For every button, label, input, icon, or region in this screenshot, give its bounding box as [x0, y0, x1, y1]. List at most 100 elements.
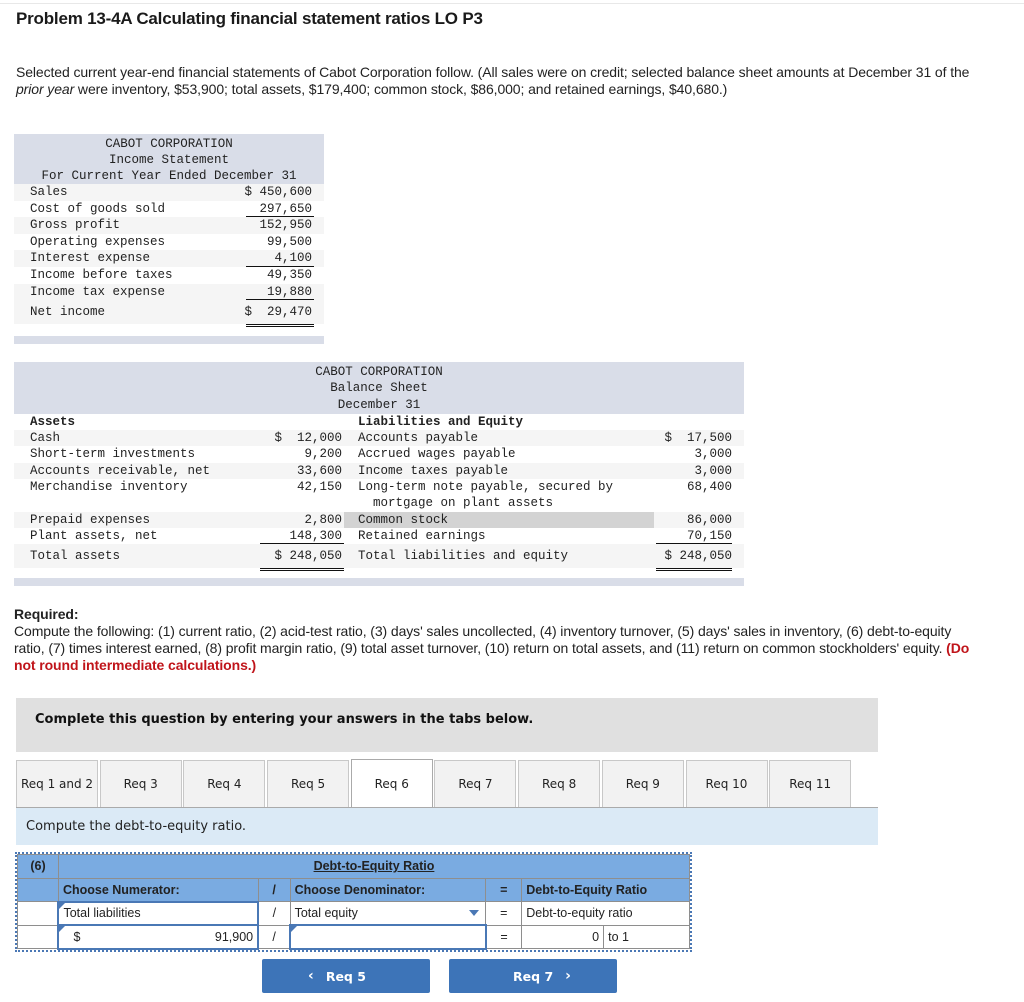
is-row: Income tax expense 19,880 — [14, 283, 324, 301]
numerator-header: Choose Numerator: — [57, 877, 259, 902]
result-header: Debt-to-Equity Ratio — [521, 877, 690, 902]
total-assets-label: Total assets — [30, 549, 121, 564]
liability-value: 3,000 — [694, 463, 732, 478]
worksheet-value-row: $91,900 / = 0 to 1 — [17, 924, 690, 950]
bs-row: Cash $ 12,000 Accounts payable $ 17,500 — [14, 430, 744, 447]
asset-value: 33,600 — [296, 463, 342, 478]
divide-sign: / — [257, 901, 291, 926]
total-assets-value: $ 248,050 — [258, 544, 344, 572]
is-row: Sales $ 450,600 — [14, 184, 324, 201]
is-row: Interest expense 4,100 — [14, 250, 324, 267]
balance-sheet-header: CABOT CORPORATION Balance Sheet December… — [14, 362, 744, 414]
liability-value: 68,400 — [686, 480, 732, 495]
tab-req-4[interactable]: Req 4 — [183, 760, 266, 807]
is-row: Operating expenses 99,500 — [14, 234, 324, 251]
asset-value: 9,200 — [304, 447, 342, 462]
equals-sign: = — [485, 877, 523, 902]
liability-label: Long-term note payable, secured by — [358, 480, 614, 495]
is-row-net-income: Net income $ 29,470 — [14, 300, 324, 328]
ratio-suffix: to 1 — [603, 924, 690, 949]
denominator-amount-input[interactable] — [289, 924, 487, 950]
next-req-button[interactable]: Req 7 › — [449, 959, 617, 993]
worksheet-title: Debt-to-Equity Ratio — [57, 854, 691, 879]
equals-sign: = — [485, 901, 523, 926]
tab-req-8[interactable]: Req 8 — [518, 760, 601, 807]
currency-symbol: $ — [73, 929, 81, 944]
row-label: Income tax expense — [30, 284, 166, 299]
asset-value: 148,300 — [258, 528, 344, 545]
tab-req-5[interactable]: Req 5 — [267, 760, 350, 807]
top-divider — [0, 3, 1024, 4]
prev-req-label: Req 5 — [325, 968, 366, 984]
tab-req-10[interactable]: Req 10 — [685, 760, 768, 807]
req-tabs: Req 1 and 2 Req 3 Req 4 Req 5 Req 6 Req … — [16, 759, 853, 808]
tab-req-1-and-2[interactable]: Req 1 and 2 — [16, 760, 98, 807]
numerator-amount: 91,900 — [214, 929, 254, 944]
row-label: Operating expenses — [30, 234, 166, 249]
bs-row: Merchandise inventory 42,150 Long-term n… — [14, 479, 744, 495]
denominator-select[interactable]: Total equity — [289, 901, 487, 926]
row-value: 49,350 — [266, 267, 312, 282]
liability-label: Income taxes payable — [358, 463, 509, 478]
company-name: CABOT CORPORATION — [315, 365, 443, 379]
liability-value: $ 17,500 — [664, 431, 732, 446]
row-label: Sales — [30, 185, 68, 199]
intro-text-end: were inventory, $53,900; total assets, $… — [74, 81, 728, 97]
worksheet-title-row: (6) Debt-to-Equity Ratio — [17, 854, 691, 879]
bs-row: Short-term investments 9,200 Accrued wag… — [14, 446, 744, 462]
chevron-right-icon: › — [565, 968, 571, 984]
total-liabilities-value: $ 248,050 — [654, 544, 732, 572]
asset-label: Merchandise inventory — [30, 480, 188, 495]
row-label: Gross profit — [30, 218, 121, 233]
asset-label: Prepaid expenses — [30, 512, 151, 527]
numerator-amount-input[interactable]: $91,900 — [57, 924, 260, 950]
liability-label: Accrued wages payable — [358, 447, 516, 462]
required-text: Compute the following: (1) current ratio… — [14, 623, 952, 656]
liability-label: mortgage on plant assets — [358, 496, 554, 511]
row-label: Cost of goods sold — [30, 201, 166, 216]
liability-value: 86,000 — [686, 512, 732, 527]
denominator-header: Choose Denominator: — [289, 877, 487, 902]
row-value: 152,950 — [259, 218, 312, 233]
tab-req-11[interactable]: Req 11 — [769, 760, 852, 807]
tab-req-9[interactable]: Req 9 — [601, 760, 684, 807]
tab-req-3[interactable]: Req 3 — [99, 760, 182, 807]
tab-req-7[interactable]: Req 7 — [434, 760, 517, 807]
asset-label: Cash — [30, 431, 61, 446]
statement-date: December 31 — [337, 397, 421, 412]
is-row: Income before taxes 49,350 — [14, 267, 324, 284]
blank-cell — [17, 877, 59, 902]
liability-label: Common stock — [344, 511, 654, 528]
tab-instruction: Compute the debt-to-equity ratio. — [16, 808, 878, 845]
dropdown-arrow-icon[interactable] — [469, 910, 480, 916]
bs-row: Prepaid expenses 2,800 Common stock 86,0… — [14, 511, 744, 528]
tab-req-6[interactable]: Req 6 — [350, 759, 433, 808]
worksheet-label-row: Total liabilities / Total equity = Debt-… — [17, 900, 690, 926]
equals-sign: = — [485, 924, 523, 949]
intro-text: Selected current year-end financial stat… — [16, 64, 970, 80]
row-value: $ 450,600 — [244, 185, 312, 199]
ratio-result: 0 — [521, 924, 605, 949]
is-row: Gross profit 152,950 — [14, 217, 324, 234]
denominator-selected-value: Total equity — [294, 906, 358, 920]
company-name: CABOT CORPORATION — [105, 137, 233, 151]
total-liabilities-label: Total liabilities and equity — [358, 549, 569, 564]
worksheet-header-row: Choose Numerator: / Choose Denominator: … — [17, 877, 690, 902]
income-statement-rows: Sales $ 450,600 Cost of goods sold 297,650… — [14, 184, 324, 328]
bs-total-row: Total assets $ 248,050 Total liabilities… — [14, 544, 744, 572]
prev-req-button[interactable]: ‹ Req 5 — [262, 959, 430, 993]
blank-cell — [17, 924, 59, 949]
bs-row: Accounts receivable, net 33,600 Income t… — [14, 462, 744, 480]
numerator-select[interactable]: Total liabilities — [57, 900, 260, 926]
requirement-number: (6) — [17, 854, 59, 879]
required-section: Required: Compute the following: (1) cur… — [14, 606, 974, 674]
is-row: Cost of goods sold 297,650 — [14, 201, 324, 218]
statement-name: Income Statement — [108, 153, 230, 167]
statement-name: Balance Sheet — [330, 381, 428, 396]
asset-label: Short-term investments — [30, 447, 196, 462]
liabilities-heading: Liabilities and Equity — [358, 414, 524, 429]
ratio-table: (6) Debt-to-Equity Ratio Choose Numerato… — [17, 854, 691, 950]
row-value: 297,650 — [242, 201, 324, 218]
